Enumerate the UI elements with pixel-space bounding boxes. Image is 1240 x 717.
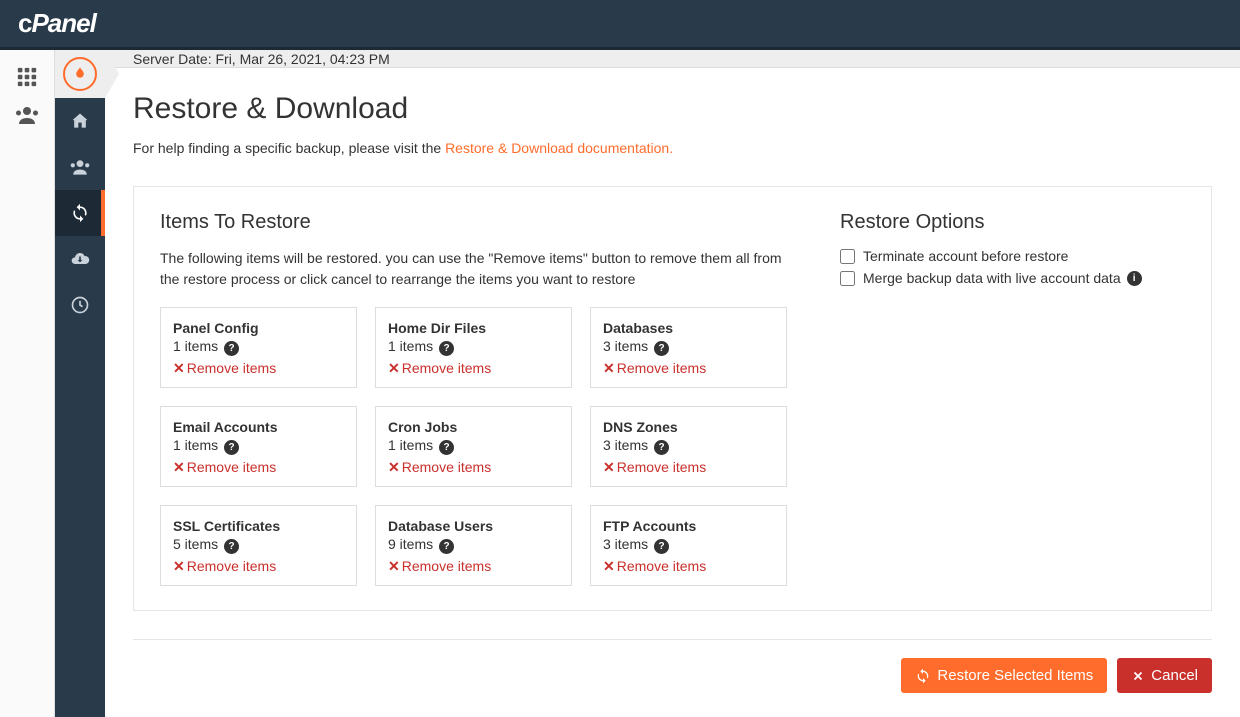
server-date: Server Date: Fri, Mar 26, 2021, 04:23 PM [105,50,1240,68]
card-count: 3 items ? [603,338,774,356]
terminate-option[interactable]: Terminate account before restore [840,248,1185,264]
card-help-icon[interactable]: ? [439,341,454,356]
close-icon: ✕ [388,360,400,376]
card-count: 1 items ? [388,437,559,455]
card-help-icon[interactable]: ? [654,539,669,554]
restore-button[interactable]: Restore Selected Items [901,658,1107,693]
card-help-icon[interactable]: ? [224,341,239,356]
apps-icon[interactable] [0,58,54,96]
restore-card: FTP Accounts 3 items ? ✕Remove items [590,505,787,586]
page-title: Restore & Download [133,92,1212,126]
merge-label: Merge backup data with live account data [863,270,1121,286]
cancel-button[interactable]: Cancel [1117,658,1212,693]
options-heading: Restore Options [840,211,1185,234]
sidebar [55,50,105,717]
restore-card: Databases 3 items ? ✕Remove items [590,307,787,388]
card-count: 3 items ? [603,437,774,455]
cpanel-logo: cPanel [18,8,96,39]
clock-icon[interactable] [55,282,105,328]
restore-card: Panel Config 1 items ? ✕Remove items [160,307,357,388]
items-description: The following items will be restored. yo… [160,248,800,289]
restore-card: SSL Certificates 5 items ? ✕Remove items [160,505,357,586]
card-title: FTP Accounts [603,518,774,534]
users-icon[interactable] [55,144,105,190]
card-help-icon[interactable]: ? [654,440,669,455]
card-count: 9 items ? [388,536,559,554]
close-icon: ✕ [173,558,185,574]
remove-items-link[interactable]: ✕Remove items [603,459,774,476]
card-title: DNS Zones [603,419,774,435]
terminate-label: Terminate account before restore [863,248,1068,264]
card-count: 1 items ? [173,338,344,356]
close-icon: ✕ [603,360,615,376]
card-title: Email Accounts [173,419,344,435]
terminate-checkbox[interactable] [840,249,855,264]
merge-option[interactable]: Merge backup data with live account data… [840,270,1185,286]
card-title: Panel Config [173,320,344,336]
restore-card: Database Users 9 items ? ✕Remove items [375,505,572,586]
remove-items-link[interactable]: ✕Remove items [603,558,774,575]
help-text: For help finding a specific backup, plea… [133,140,1212,156]
remove-items-link[interactable]: ✕Remove items [603,360,774,377]
card-help-icon[interactable]: ? [654,341,669,356]
merge-checkbox[interactable] [840,271,855,286]
card-help-icon[interactable]: ? [224,440,239,455]
card-help-icon[interactable]: ? [439,440,454,455]
users-rail-icon[interactable] [0,96,54,134]
top-bar: cPanel [0,0,1240,50]
card-count: 1 items ? [173,437,344,455]
help-link[interactable]: Restore & Download documentation. [445,140,673,156]
close-icon: ✕ [388,558,400,574]
card-title: Database Users [388,518,559,534]
remove-items-link[interactable]: ✕Remove items [388,360,559,377]
cloud-download-icon[interactable] [55,236,105,282]
card-title: SSL Certificates [173,518,344,534]
close-icon: ✕ [603,459,615,475]
card-help-icon[interactable]: ? [439,539,454,554]
close-icon: ✕ [173,459,185,475]
restore-card: DNS Zones 3 items ? ✕Remove items [590,406,787,487]
remove-items-link[interactable]: ✕Remove items [388,558,559,575]
remove-items-link[interactable]: ✕Remove items [173,558,344,575]
sync-icon[interactable] [55,190,105,236]
home-icon[interactable] [55,98,105,144]
card-title: Home Dir Files [388,320,559,336]
card-title: Cron Jobs [388,419,559,435]
close-icon: ✕ [173,360,185,376]
merge-help-icon[interactable]: i [1127,271,1142,286]
left-rail [0,50,55,717]
restore-card: Home Dir Files 1 items ? ✕Remove items [375,307,572,388]
restore-card: Cron Jobs 1 items ? ✕Remove items [375,406,572,487]
restore-card: Email Accounts 1 items ? ✕Remove items [160,406,357,487]
card-count: 3 items ? [603,536,774,554]
card-title: Databases [603,320,774,336]
close-icon: ✕ [603,558,615,574]
remove-items-link[interactable]: ✕Remove items [388,459,559,476]
remove-items-link[interactable]: ✕Remove items [173,360,344,377]
card-count: 5 items ? [173,536,344,554]
remove-items-link[interactable]: ✕Remove items [173,459,344,476]
card-count: 1 items ? [388,338,559,356]
items-heading: Items To Restore [160,211,800,234]
sidebar-brand-icon[interactable] [55,50,105,98]
card-help-icon[interactable]: ? [224,539,239,554]
close-icon: ✕ [388,459,400,475]
